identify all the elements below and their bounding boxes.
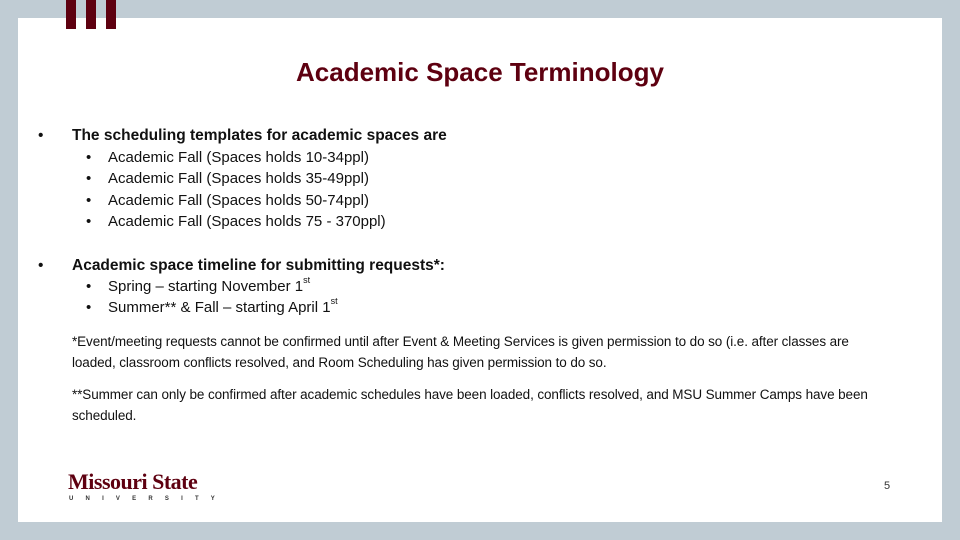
decorative-bar (106, 0, 116, 29)
logo-subtitle: UNIVERSITY (69, 496, 228, 502)
bullet-icon: • (86, 192, 92, 209)
bullet-icon: • (86, 170, 92, 187)
list-item: • Academic Fall (Spaces holds 10-34ppl) (86, 149, 369, 166)
list-item-text: Academic Fall (Spaces holds 50-74ppl) (108, 192, 369, 209)
list-item-text: Academic Fall (Spaces holds 10-34ppl) (108, 149, 369, 166)
list-item: • Summer** & Fall – starting April 1st (86, 296, 338, 316)
decorative-bars (66, 0, 118, 29)
decorative-bar (66, 0, 76, 29)
ordinal-suffix: st (303, 275, 311, 285)
ordinal-suffix: st (330, 296, 338, 306)
bullet-icon: • (86, 149, 92, 166)
page-number: 5 (884, 480, 891, 492)
list-item-text: Summer** & Fall – starting April 1 (108, 299, 331, 316)
bullet-icon: • (86, 299, 92, 316)
bullet-text: Academic space timeline for submitting r… (72, 257, 445, 274)
list-item-text: Academic Fall (Spaces holds 75 - 370ppl) (108, 213, 386, 230)
list-item: • Academic Fall (Spaces holds 75 - 370ppl… (86, 213, 386, 230)
logo-wordmark: Missouri State (68, 469, 198, 494)
footnote-summer: **Summer can only be confirmed after aca… (72, 387, 868, 423)
list-item-text: Academic Fall (Spaces holds 35-49ppl) (108, 170, 369, 187)
bullet-heading-templates: • The scheduling templates for academic s… (38, 127, 447, 145)
slide-title: Academic Space Terminology (296, 57, 664, 87)
bullet-heading-timeline: • Academic space timeline for submitting … (38, 257, 445, 275)
bullet-icon: • (86, 213, 92, 230)
bullet-icon: • (38, 127, 44, 144)
list-item-text: Spring – starting November 1 (108, 278, 304, 295)
bullet-icon: • (38, 257, 44, 274)
decorative-bar (86, 0, 96, 29)
bullet-text: The scheduling templates for academic sp… (72, 127, 447, 144)
footnote-event-requests: *Event/meeting requests cannot be confir… (72, 334, 849, 370)
list-item: • Spring – starting November 1st (86, 275, 311, 295)
list-item: • Academic Fall (Spaces holds 35-49ppl) (86, 170, 369, 187)
university-logo: Missouri State UNIVERSITY (68, 469, 228, 503)
list-item: • Academic Fall (Spaces holds 50-74ppl) (86, 192, 369, 209)
bullet-icon: • (86, 278, 92, 295)
